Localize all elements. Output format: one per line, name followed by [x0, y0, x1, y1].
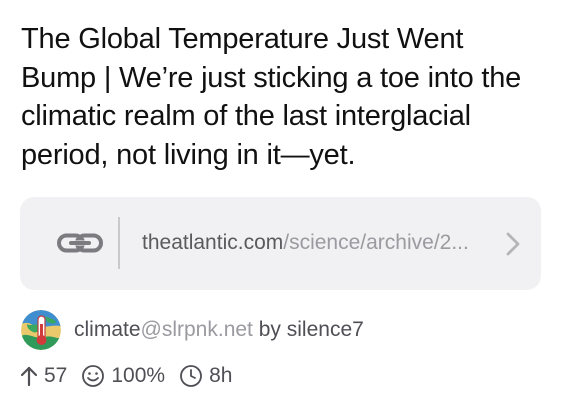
smiley-icon	[82, 365, 105, 387]
clock-icon	[180, 365, 202, 387]
link-path: /science/archive/2...	[283, 231, 469, 254]
link-divider	[118, 217, 120, 269]
upvote-count: 57	[44, 364, 68, 387]
post-age: 8h	[209, 364, 233, 387]
link-icon	[57, 233, 103, 253]
community-avatar[interactable]	[21, 310, 61, 350]
age-stat: 8h	[179, 364, 232, 388]
author-name[interactable]: silence7	[287, 318, 364, 341]
community-row: climate@slrpnk.net by silence7	[21, 310, 364, 350]
community-byline: climate@slrpnk.net by silence7	[74, 316, 364, 344]
arrow-up-icon	[20, 366, 38, 387]
link-url[interactable]: theatlantic.com/science/archive/2...	[142, 229, 469, 257]
link-preview-card[interactable]: theatlantic.com/science/archive/2...	[20, 197, 541, 290]
post-title[interactable]: The Global Temperature Just Went Bump | …	[21, 20, 546, 174]
link-domain: theatlantic.com	[142, 231, 284, 254]
community-name[interactable]: climate	[74, 318, 141, 341]
upvote-ratio: 100%	[111, 364, 166, 387]
upvote-stat[interactable]: 57	[20, 364, 67, 388]
chevron-right-icon	[506, 232, 520, 256]
post-stats: 57 100% 8h	[20, 362, 232, 390]
ratio-stat: 100%	[81, 364, 165, 388]
community-instance[interactable]: @slrpnk.net	[141, 318, 253, 341]
byline-by: by	[252, 318, 287, 341]
